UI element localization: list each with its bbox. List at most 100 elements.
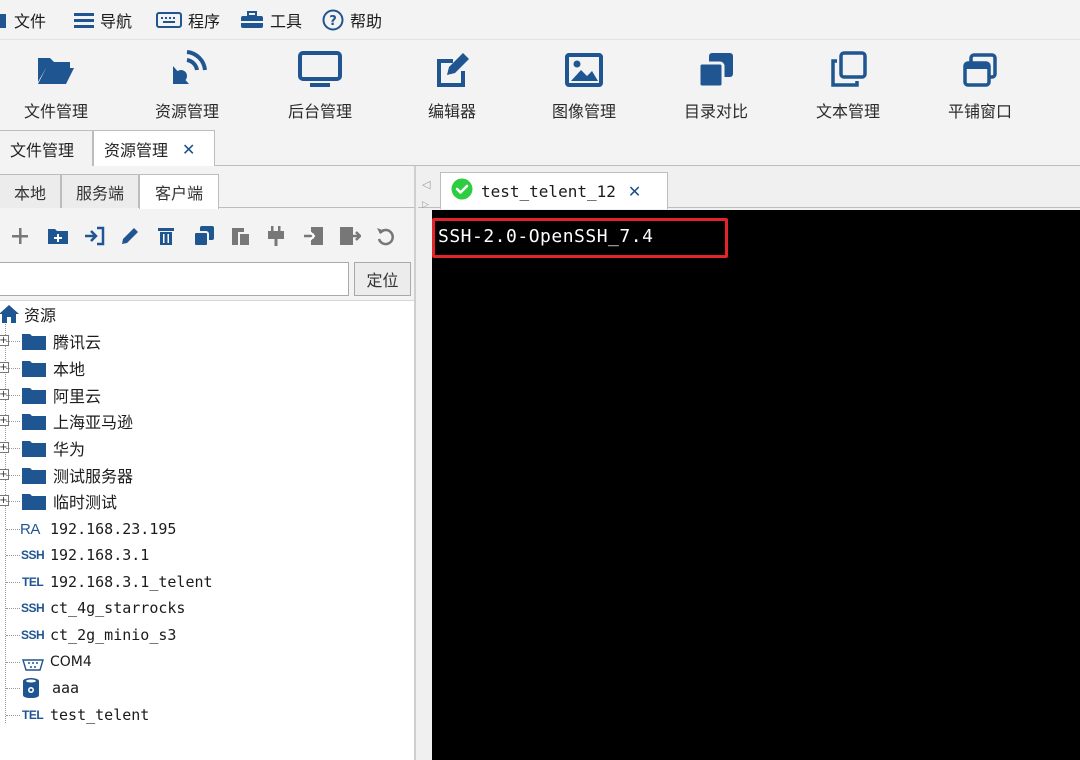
folder-label: 上海亚马逊 — [53, 413, 134, 432]
search-input[interactable] — [0, 262, 349, 296]
tree-item[interactable]: TEL 192.168.3.1_telent — [0, 569, 414, 595]
tree-connector — [6, 635, 20, 636]
home-icon — [0, 304, 20, 328]
tool-image-manager[interactable]: 图像管理 — [524, 48, 644, 128]
item-label: ct_4g_starrocks — [50, 599, 186, 617]
duplicate-icon[interactable] — [192, 224, 216, 248]
folder-label: 阿里云 — [53, 387, 102, 406]
tree-item[interactable]: RA 192.168.23.195 — [0, 516, 414, 542]
export-icon[interactable] — [338, 224, 362, 248]
locate-button[interactable]: 定位 — [354, 262, 411, 296]
session-panel: ◁ ▷ test_telent_12 ✕ SSH-2.0-OpenSSH_7.4 — [418, 166, 1080, 760]
tool-label: 图像管理 — [551, 102, 616, 121]
tab-server[interactable]: 服务端 — [61, 174, 139, 208]
tool-label: 文本管理 — [815, 102, 880, 121]
import-icon[interactable] — [302, 224, 326, 248]
add-icon[interactable] — [8, 224, 32, 248]
tree-folder[interactable]: + 测试服务器 — [0, 462, 414, 488]
tree-item[interactable]: COM4 — [0, 649, 414, 675]
item-label: 192.168.23.195 — [50, 520, 177, 538]
tab-scroll-left-icon[interactable]: ◁ — [422, 178, 430, 191]
tool-text-manager[interactable]: 文本管理 — [788, 48, 908, 128]
refresh-icon[interactable] — [374, 224, 398, 248]
folder-open-icon — [36, 48, 76, 92]
trash-icon[interactable] — [154, 224, 178, 248]
tree-item[interactable]: SSH ct_4g_starrocks — [0, 595, 414, 621]
folder-label: 测试服务器 — [53, 467, 134, 486]
tree-connector — [6, 662, 20, 663]
item-label: ct_2g_minio_s3 — [50, 626, 177, 644]
menu-help[interactable]: ? 帮助 — [322, 0, 382, 40]
folder-icon — [22, 466, 46, 488]
tool-label: 后台管理 — [287, 102, 352, 121]
tab-session-test-telent-12[interactable]: test_telent_12 ✕ — [440, 172, 668, 209]
tree-folder[interactable]: + 临时测试 — [0, 488, 414, 514]
tool-file-manager[interactable]: 文件管理 — [0, 48, 116, 128]
new-folder-icon[interactable] — [46, 224, 70, 248]
broadcast-icon — [167, 48, 207, 92]
terminal-line: SSH-2.0-OpenSSH_7.4 — [438, 226, 654, 247]
close-icon[interactable]: ✕ — [628, 182, 641, 201]
resource-tree: 资源 + 腾讯云 + 本地 + 阿里云 + 上海亚马逊 + 华为 + 测试服务器… — [0, 300, 414, 760]
tool-tile-windows[interactable]: 平铺窗口 — [920, 48, 1040, 128]
tree-folder[interactable]: + 上海亚马逊 — [0, 408, 414, 434]
menu-file[interactable]: 文件 — [0, 0, 46, 40]
tree-item[interactable]: SSH ct_2g_minio_s3 — [0, 622, 414, 648]
connected-check-icon — [451, 178, 473, 204]
plug-icon[interactable] — [264, 224, 288, 248]
menu-program[interactable]: 程序 — [156, 0, 220, 40]
item-label: test_telent — [50, 706, 150, 724]
tool-resource-manager[interactable]: 资源管理 — [127, 48, 247, 128]
tree-item[interactable]: SSH 192.168.3.1 — [0, 542, 414, 568]
main-toolbar: 文件管理 资源管理 后台管理 编辑器 图像管理 目录对比 文本管理 平铺窗口 — [0, 40, 1080, 128]
tree-item[interactable]: aaa — [0, 675, 414, 701]
tree-connector — [6, 529, 20, 530]
menu-tools-label: 工具 — [270, 12, 303, 31]
pencil-icon[interactable] — [118, 224, 142, 248]
close-icon[interactable]: ✕ — [182, 140, 195, 159]
folder-label: 本地 — [53, 360, 86, 379]
tree-folder[interactable]: + 腾讯云 — [0, 328, 414, 354]
folder-icon — [22, 412, 46, 434]
tree-item[interactable]: TEL test_telent — [0, 702, 414, 728]
tree-connector — [6, 608, 20, 609]
tree-root[interactable]: 资源 — [0, 301, 414, 327]
menu-file-label: 文件 — [14, 12, 47, 31]
tab-label: 资源管理 — [104, 141, 169, 160]
paste-icon[interactable] — [229, 224, 253, 248]
tab-scroll-right-icon[interactable]: ▷ — [422, 200, 429, 210]
tree-connector — [6, 448, 20, 449]
image-icon — [565, 48, 603, 92]
tree-connector — [6, 368, 20, 369]
tree-connector — [6, 501, 20, 502]
tab-label: 服务端 — [75, 183, 124, 203]
briefcase-icon — [0, 11, 8, 29]
tool-backend-manager[interactable]: 后台管理 — [260, 48, 380, 128]
tool-editor[interactable]: 编辑器 — [392, 48, 512, 128]
connect-icon[interactable] — [82, 224, 106, 248]
question-icon: ? — [322, 9, 344, 31]
tab-client[interactable]: 客户端 — [139, 174, 219, 209]
tab-resource-manager[interactable]: 资源管理 ✕ — [93, 130, 215, 167]
windows-icon — [961, 48, 999, 92]
menu-help-label: 帮助 — [350, 12, 383, 31]
tab-file-manager[interactable]: 文件管理 — [0, 130, 93, 166]
terminal-output[interactable]: SSH-2.0-OpenSSH_7.4 — [432, 210, 1080, 760]
menu-nav[interactable]: 导航 — [74, 0, 132, 40]
tool-label: 资源管理 — [154, 102, 219, 121]
tree-folder[interactable]: + 华为 — [0, 435, 414, 461]
tab-local[interactable]: 本地 — [0, 174, 61, 208]
tree-folder[interactable]: + 本地 — [0, 355, 414, 381]
folder-icon — [22, 439, 46, 461]
database-icon — [22, 677, 40, 703]
ssh-tag: SSH — [21, 628, 45, 642]
folder-icon — [22, 332, 46, 354]
tool-dir-compare[interactable]: 目录对比 — [656, 48, 776, 128]
tab-label: 本地 — [13, 183, 46, 203]
tree-folder[interactable]: + 阿里云 — [0, 382, 414, 408]
resource-toolbar — [0, 214, 414, 258]
item-label: 192.168.3.1 — [50, 546, 150, 564]
menu-tools[interactable]: 工具 — [240, 0, 302, 40]
item-label: COM4 — [50, 654, 92, 670]
ssh-tag: SSH — [21, 601, 45, 615]
